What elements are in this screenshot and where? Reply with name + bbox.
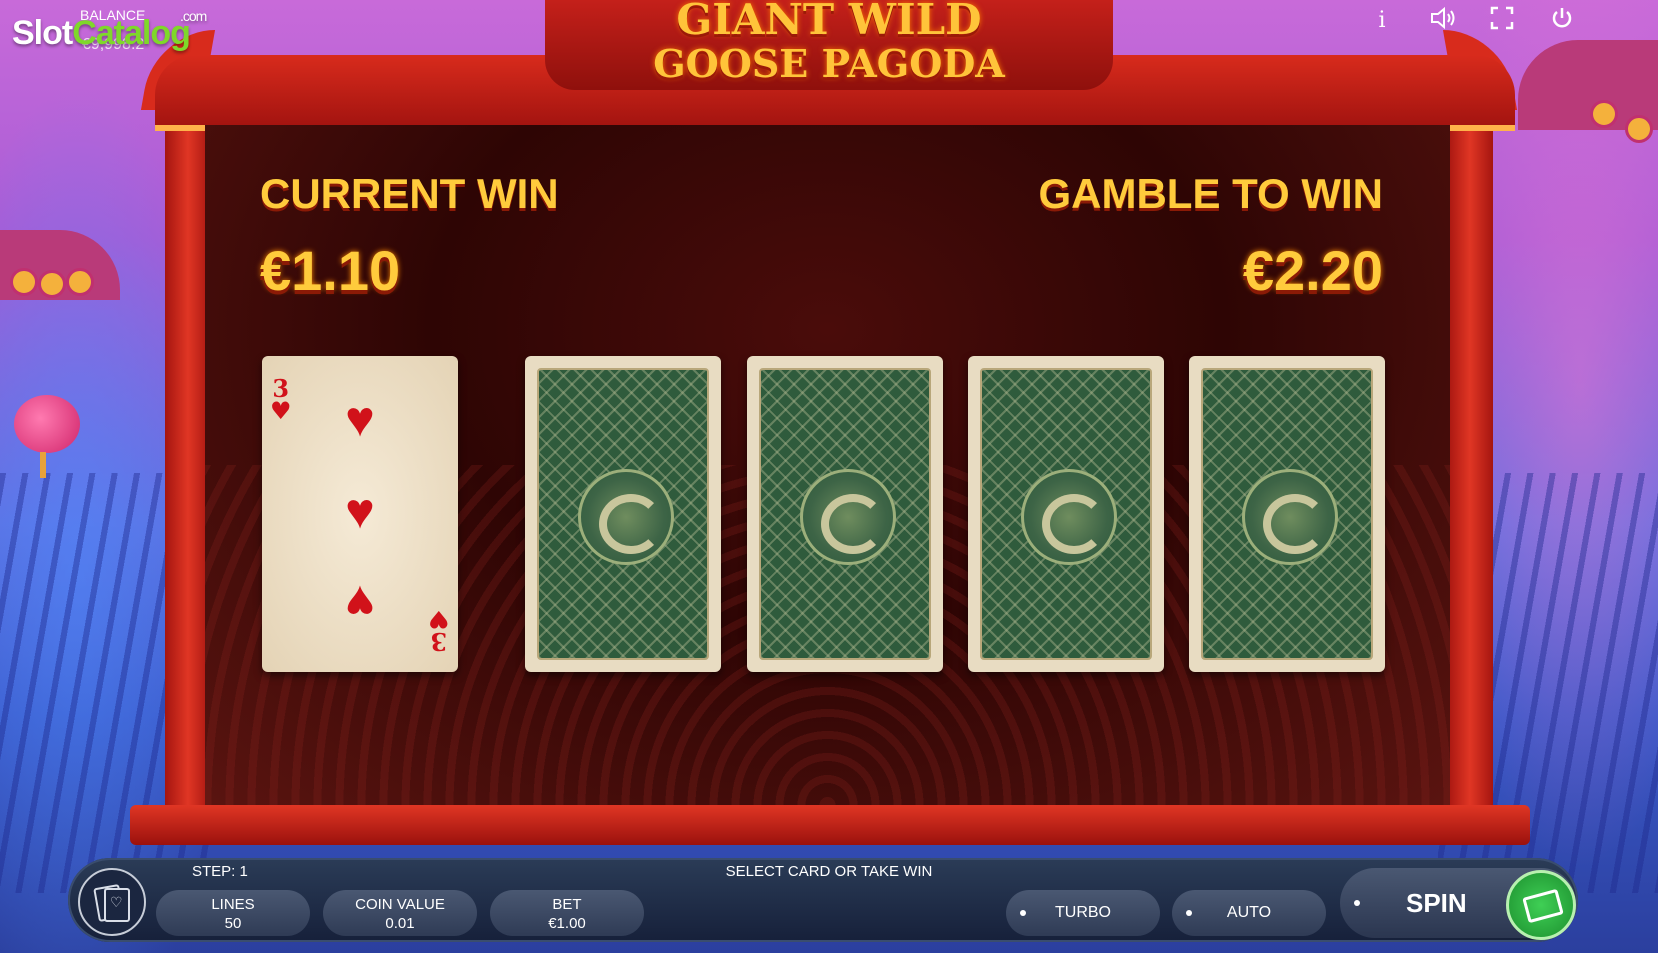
- current-win-label: CURRENT WIN: [260, 170, 559, 217]
- dealer-card: 3 ♥ ♥ ♥ ♥ 3 ♥: [262, 356, 458, 672]
- heart-card-icon: [104, 888, 130, 922]
- card-rank-bottom: 3 ♥: [428, 605, 450, 656]
- turbo-button[interactable]: TURBO: [1006, 890, 1160, 936]
- take-win-money-icon[interactable]: [1506, 870, 1576, 940]
- heart-icon: ♥: [345, 575, 375, 631]
- gamble-to-win-value: €2.20: [1242, 239, 1383, 302]
- watermark-catalog: Catalog: [72, 14, 191, 52]
- coin-value-display: COIN VALUE 0.01: [323, 890, 477, 936]
- lines-value: 50: [224, 915, 242, 932]
- face-down-card-1[interactable]: [525, 356, 721, 672]
- medal-icon: [1625, 115, 1653, 143]
- current-win-value: €1.10: [260, 239, 401, 302]
- game-title-line2: GOOSE PAGODA: [653, 41, 1005, 86]
- coin-value-value: 0.01: [385, 915, 415, 932]
- bet-display: BET €1.00: [490, 890, 644, 936]
- pillar-right: [1447, 100, 1493, 820]
- watermark-slot: Slot: [12, 14, 73, 52]
- spin-indicator-dot: [1354, 900, 1360, 906]
- pagoda-base: [130, 805, 1530, 845]
- info-icon[interactable]: i: [1367, 6, 1397, 36]
- lantern-tassel: [40, 452, 46, 478]
- card-emblem-icon: [1021, 469, 1117, 565]
- lantern-icon: [14, 395, 80, 453]
- face-down-card-4[interactable]: [1189, 356, 1385, 672]
- auto-button[interactable]: AUTO: [1172, 890, 1326, 936]
- bet-value: €1.00: [548, 915, 586, 932]
- face-down-card-3[interactable]: [968, 356, 1164, 672]
- game-title: GIANT WILD GOOSE PAGODA: [545, 0, 1113, 86]
- power-icon[interactable]: [1547, 6, 1577, 36]
- game-title-line1: GIANT WILD: [676, 0, 982, 44]
- gamble-cards-button[interactable]: [78, 868, 146, 936]
- medal-icon: [1590, 100, 1618, 128]
- fullscreen-icon[interactable]: [1487, 6, 1517, 36]
- medal-icon: [10, 268, 38, 296]
- auto-indicator-dot: [1186, 910, 1192, 916]
- medal-icon: [66, 268, 94, 296]
- card-emblem-icon: [578, 469, 674, 565]
- watermark-logo: SlotCatalog .com: [12, 8, 207, 53]
- auto-label: AUTO: [1226, 904, 1272, 921]
- sound-icon[interactable]: [1428, 6, 1458, 36]
- card-rank-top: 3 ♥: [270, 374, 292, 425]
- bet-label: BET: [552, 896, 582, 913]
- turbo-label: TURBO: [1055, 904, 1111, 921]
- turbo-indicator-dot: [1020, 910, 1026, 916]
- card-emblem-icon: [1242, 469, 1338, 565]
- heart-icon: ♥: [345, 391, 375, 447]
- lines-display: LINES 50: [156, 890, 310, 936]
- coin-value-label: COIN VALUE: [355, 896, 445, 913]
- spin-label: SPIN: [1406, 888, 1467, 918]
- face-down-card-2[interactable]: [747, 356, 943, 672]
- card-emblem-icon: [800, 469, 896, 565]
- lines-label: LINES: [211, 896, 255, 913]
- gamble-to-win-label: GAMBLE TO WIN: [1038, 170, 1383, 217]
- watermark-com: .com: [180, 8, 207, 24]
- medal-icon: [38, 270, 66, 298]
- heart-icon: ♥: [345, 483, 375, 539]
- spin-button[interactable]: SPIN: [1340, 868, 1576, 940]
